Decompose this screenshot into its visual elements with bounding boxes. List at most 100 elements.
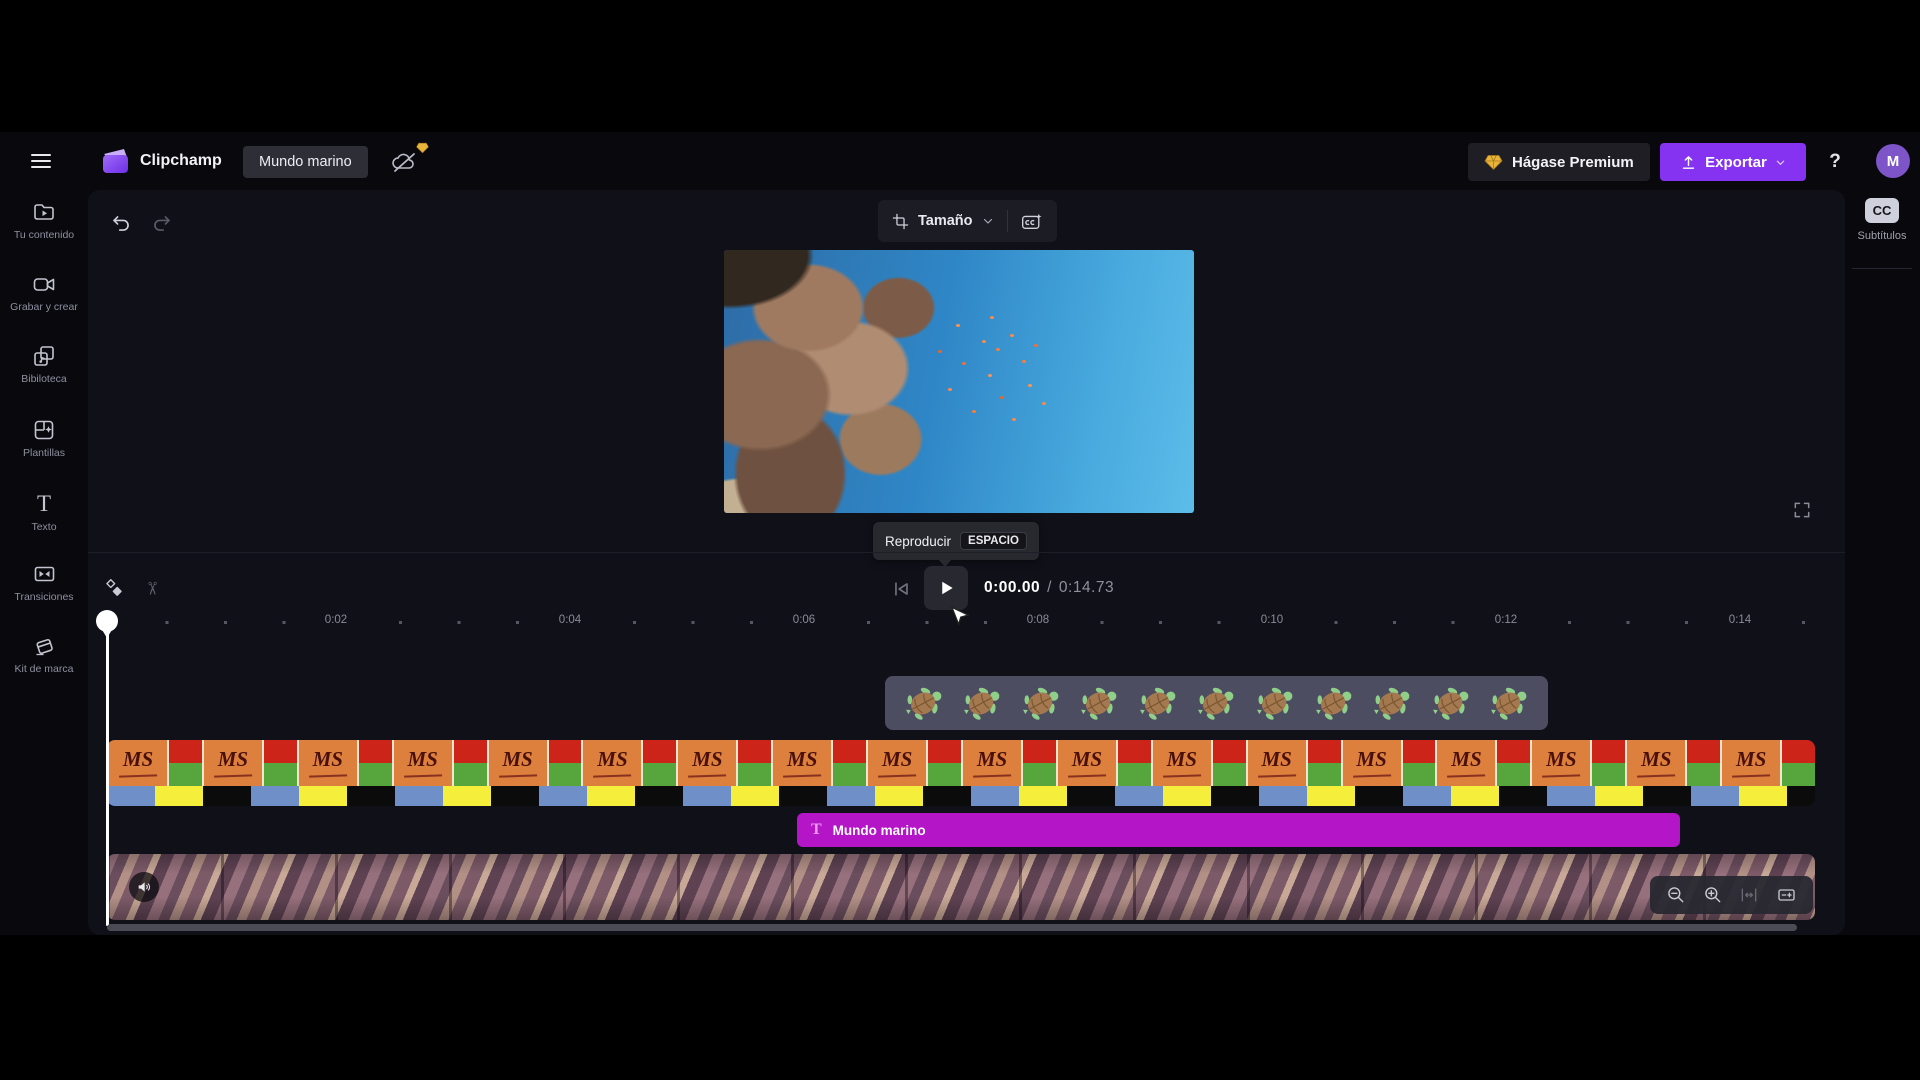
pattern-signature-mark (1732, 768, 1771, 778)
auto-captions-icon[interactable] (1021, 212, 1043, 231)
pattern-signature-mark (213, 768, 253, 778)
project-title[interactable]: Mundo marino (243, 146, 368, 178)
clipchamp-logo-icon[interactable] (98, 144, 132, 178)
pattern-logo-text: MS (787, 747, 818, 771)
video-clip[interactable] (107, 854, 1815, 920)
add-transition-button[interactable] (98, 572, 130, 604)
zoom-fit-button[interactable] (1739, 885, 1759, 905)
green-block (1117, 763, 1151, 786)
playhead-handle[interactable] (96, 610, 118, 632)
sidebar-item-label: Transiciones (14, 591, 74, 603)
ruler-label: 0:08 (1021, 614, 1055, 626)
pattern-logo-text: MS (1166, 747, 1197, 771)
coral-reef-image (724, 250, 1025, 513)
timeline-options-button[interactable] (1776, 885, 1797, 905)
text-clip[interactable]: T Mundo marino (797, 813, 1680, 847)
green-block (1307, 763, 1341, 786)
sidebar-item-subtitulos[interactable]: CC Subtítulos (1846, 198, 1918, 242)
green-block (1782, 763, 1815, 786)
red-block (1402, 740, 1436, 763)
sidebar-item-kit-de-marca[interactable]: Kit de marca (0, 634, 88, 676)
pattern-signature-mark (498, 768, 537, 778)
undo-icon (112, 215, 129, 231)
zoom-out-icon (1668, 887, 1684, 903)
scissors-icon: ✂ (142, 580, 163, 596)
red-block (928, 740, 962, 763)
cloud-backup-off-icon[interactable] (390, 142, 429, 177)
size-button[interactable]: Tamaño (918, 213, 973, 229)
pattern-signature-mark (1257, 768, 1296, 778)
tooltip-action: Reproducir (885, 533, 952, 549)
redo-button[interactable] (144, 206, 178, 240)
premium-button-label: Hágase Premium (1512, 153, 1634, 171)
pattern-signature-mark (972, 768, 1012, 778)
pattern-tile: MS (1435, 740, 1531, 786)
turtle-icon (1431, 680, 1471, 726)
red-block (738, 740, 772, 763)
turtle-icon (1196, 680, 1236, 726)
green-block (263, 763, 297, 786)
turtle-icon (1138, 680, 1178, 726)
horizontal-scrollbar[interactable] (107, 924, 1797, 931)
ruler-label: 0:02 (319, 614, 353, 626)
pattern-tile: MS (1720, 740, 1815, 786)
mouse-cursor (950, 606, 972, 632)
pattern-signature-mark (1447, 768, 1486, 778)
help-button[interactable]: ? (1820, 143, 1850, 181)
zoom-in-button[interactable] (1703, 885, 1723, 905)
turtle-sticker-clip[interactable] (885, 676, 1548, 730)
play-button[interactable] (924, 566, 968, 610)
premium-button[interactable]: Hágase Premium (1468, 143, 1650, 181)
pattern-logo-text: MS (1735, 747, 1767, 771)
chevron-down-icon (1776, 160, 1785, 165)
sidebar-item-transiciones[interactable]: Transiciones (0, 562, 88, 604)
fit-to-width-icon (1741, 888, 1757, 902)
video-preview[interactable] (724, 250, 1194, 513)
premium-diamond-badge-icon (416, 142, 429, 154)
pattern-signature-mark (118, 768, 158, 778)
current-time: 0:00.00 (984, 579, 1041, 596)
diamond-icon (1484, 154, 1503, 170)
sidebar-item-label: Kit de marca (14, 663, 74, 675)
green-block (169, 763, 202, 786)
total-time: 0:14.73 (1058, 579, 1115, 596)
export-button[interactable]: Exportar (1660, 143, 1806, 181)
pattern-image-clip[interactable]: MS MS MS MS MS MS MS MS MS MS MS MS MS M… (107, 740, 1815, 806)
sidebar-item-grabar-y-crear[interactable]: Grabar y crear (0, 272, 88, 314)
upload-icon (1682, 155, 1695, 169)
undo-button[interactable] (104, 206, 138, 240)
fullscreen-button[interactable] (1788, 496, 1816, 524)
divider (1006, 210, 1008, 232)
pattern-logo-text: MS (312, 747, 343, 771)
captions-label: Subtítulos (1857, 230, 1907, 242)
pattern-signature-mark (593, 768, 632, 778)
green-block (738, 763, 772, 786)
zoom-out-button[interactable] (1666, 885, 1686, 905)
audio-button[interactable] (129, 872, 159, 902)
turtle-icon (1021, 680, 1061, 726)
red-block (833, 740, 867, 763)
red-block (548, 740, 582, 763)
split-button[interactable]: ✂ (136, 572, 168, 604)
hamburger-menu-icon[interactable] (24, 145, 58, 177)
timeline-ruler[interactable] (107, 621, 1813, 624)
skip-to-start-button[interactable] (886, 574, 916, 604)
turtle-icon (962, 680, 1002, 726)
green-block (1023, 763, 1056, 786)
pattern-logo-text: MS (1451, 747, 1482, 771)
sidebar-item-tu-contenido[interactable]: Tu contenido (0, 200, 88, 242)
pattern-signature-mark (783, 768, 822, 778)
sidebar-item-texto[interactable]: T Texto (0, 492, 88, 534)
pattern-tile: MS (676, 740, 772, 786)
redo-icon (153, 215, 170, 231)
green-block (833, 763, 867, 786)
size-toolbar: Tamaño (878, 200, 1057, 242)
sidebar-item-label: Tu contenido (13, 229, 75, 241)
pattern-signature-mark (688, 768, 727, 778)
fish-school (982, 340, 986, 343)
text-icon: T (811, 821, 822, 838)
avatar[interactable]: M (1876, 144, 1910, 178)
sidebar-item-biblioteca[interactable]: Bibiloteca (0, 344, 88, 386)
divider (1852, 268, 1912, 269)
sidebar-item-plantillas[interactable]: Plantillas (0, 418, 88, 460)
